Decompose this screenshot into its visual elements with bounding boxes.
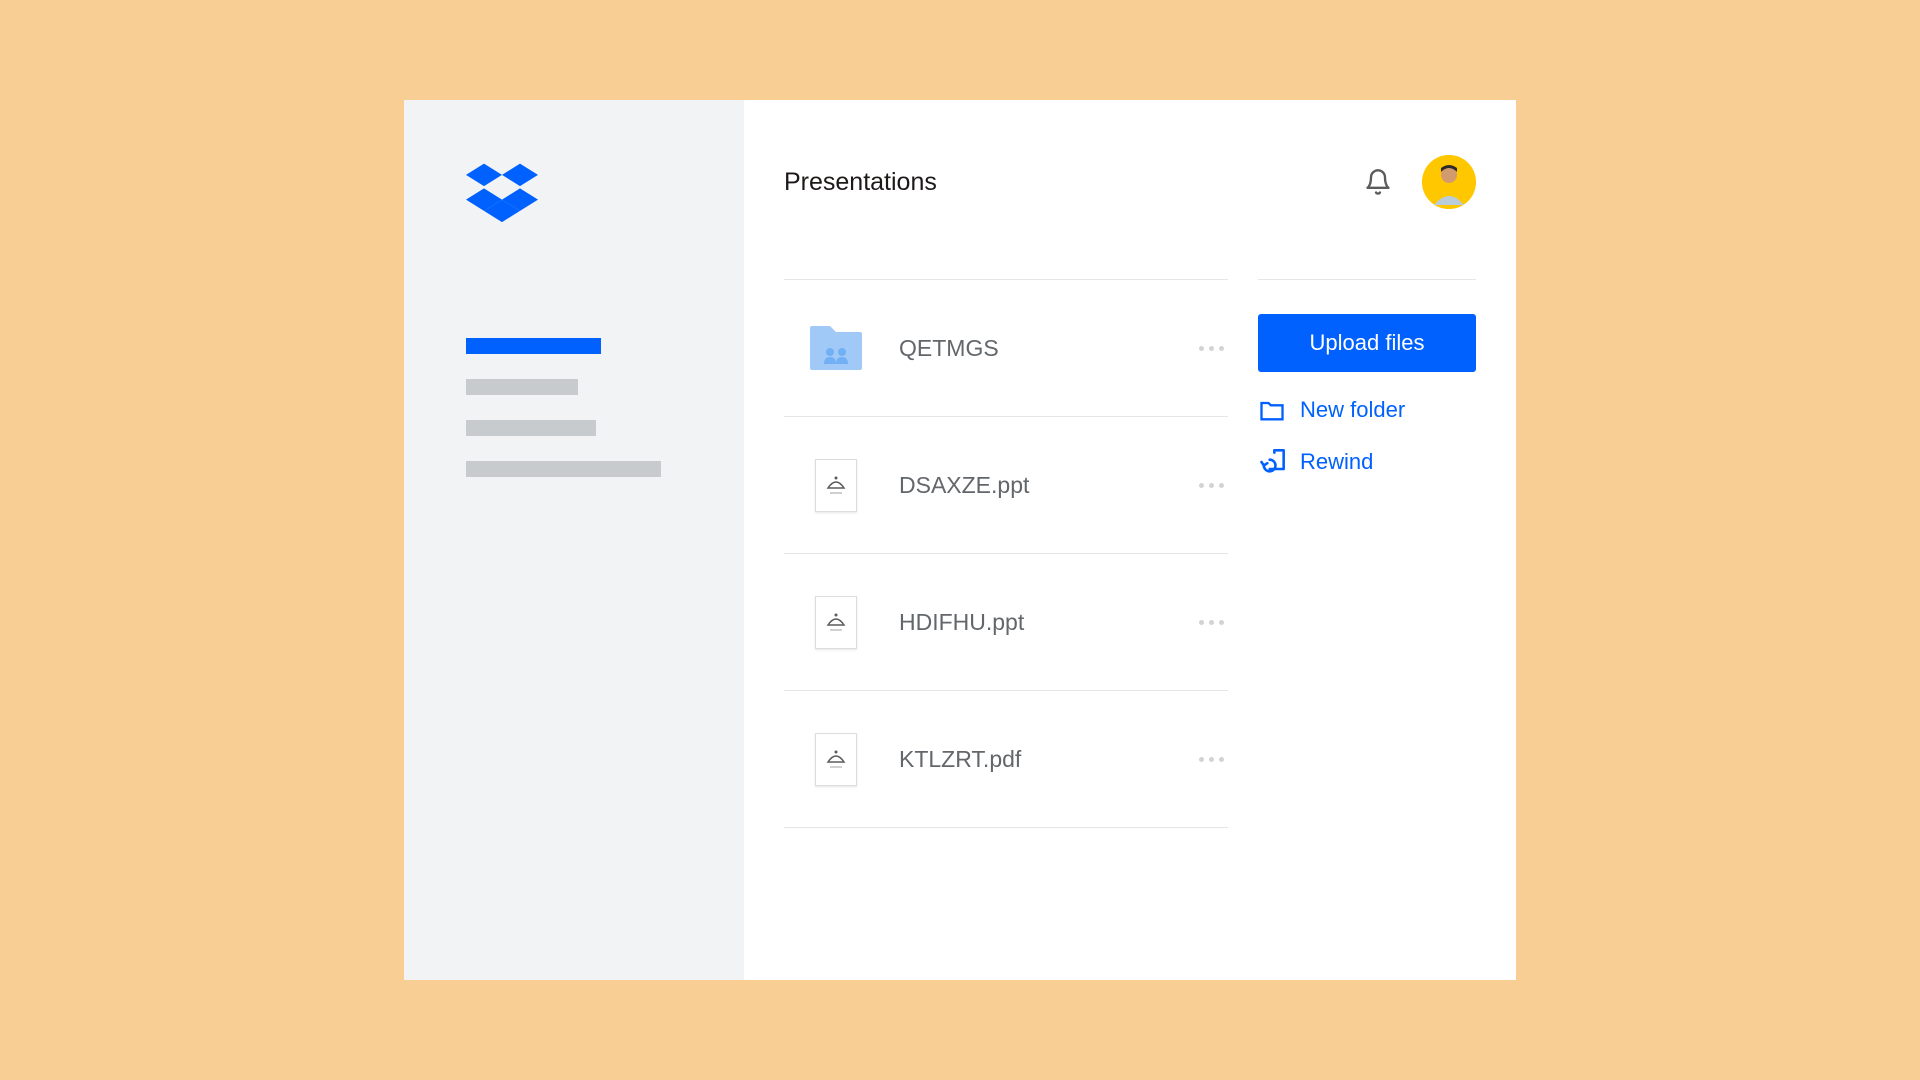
sidebar-item[interactable] [466, 420, 596, 436]
more-icon[interactable] [1199, 620, 1228, 625]
file-list: QETMGS DSAXZE.ppt [784, 279, 1228, 828]
file-name: KTLZRT.pdf [899, 746, 1199, 773]
file-icon [808, 457, 864, 513]
page-title: Presentations [784, 168, 937, 197]
new-folder-label: New folder [1300, 397, 1405, 423]
sidebar-item-active[interactable] [466, 338, 601, 354]
more-icon[interactable] [1199, 757, 1228, 762]
folder-icon [1258, 396, 1286, 424]
file-icon [808, 594, 864, 650]
more-icon[interactable] [1199, 346, 1228, 351]
file-icon [808, 731, 864, 787]
rewind-icon [1258, 448, 1286, 476]
bell-icon[interactable] [1364, 168, 1392, 196]
new-folder-button[interactable]: New folder [1258, 396, 1476, 424]
main-content: Presentations [744, 100, 1516, 980]
list-item[interactable]: KTLZRT.pdf [784, 691, 1228, 828]
rewind-button[interactable]: Rewind [1258, 448, 1476, 476]
file-name: QETMGS [899, 335, 1199, 362]
list-item[interactable]: HDIFHU.ppt [784, 554, 1228, 691]
list-item[interactable]: DSAXZE.ppt [784, 417, 1228, 554]
divider [1258, 279, 1476, 280]
app-window: Presentations [404, 100, 1516, 980]
header-actions [1364, 155, 1476, 209]
avatar[interactable] [1422, 155, 1476, 209]
shared-folder-icon [808, 320, 864, 376]
file-name: HDIFHU.ppt [899, 609, 1199, 636]
action-panel: Upload files New folder Rewind [1258, 279, 1476, 828]
sidebar-item[interactable] [466, 379, 578, 395]
sidebar-item[interactable] [466, 461, 661, 477]
content-row: QETMGS DSAXZE.ppt [784, 279, 1476, 828]
dropbox-logo-icon [466, 162, 538, 226]
sidebar [404, 100, 744, 980]
header: Presentations [784, 155, 1476, 209]
file-name: DSAXZE.ppt [899, 472, 1199, 499]
upload-files-button[interactable]: Upload files [1258, 314, 1476, 372]
list-item[interactable]: QETMGS [784, 279, 1228, 417]
more-icon[interactable] [1199, 483, 1228, 488]
rewind-label: Rewind [1300, 449, 1373, 475]
